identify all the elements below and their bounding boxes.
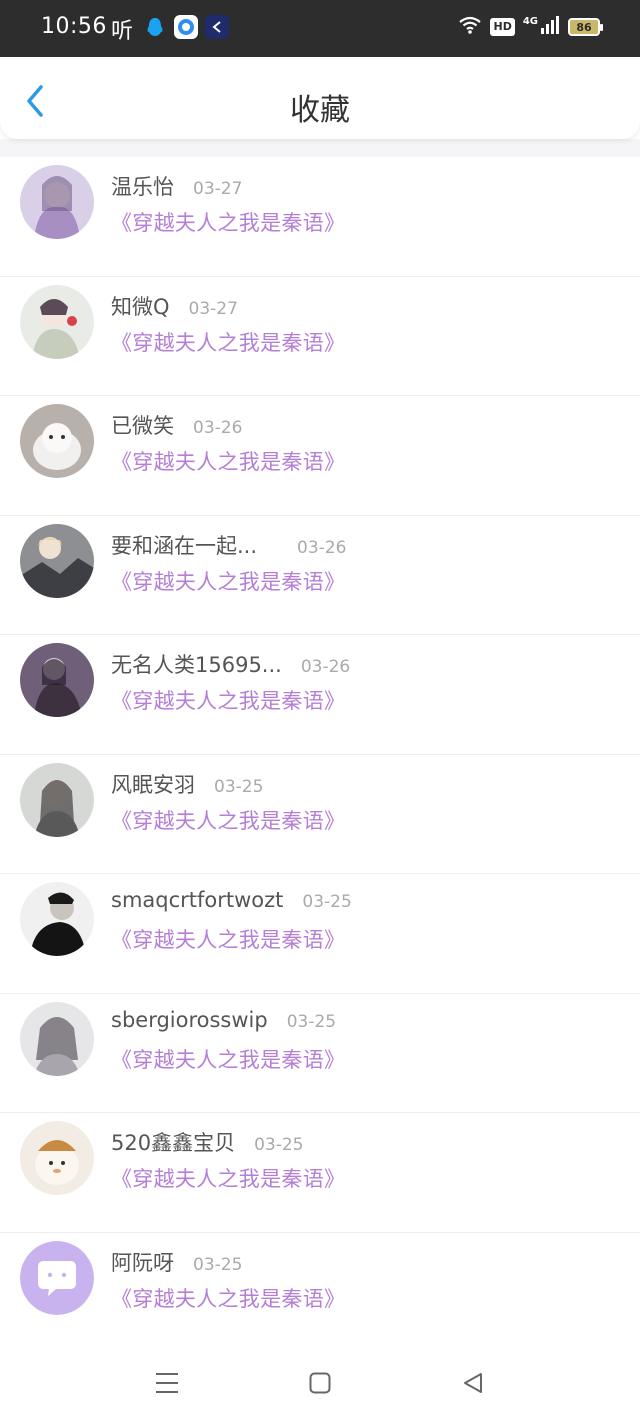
post-date: 03-25 (286, 1011, 337, 1032)
user-name[interactable]: 无名人类15695... (111, 649, 282, 679)
user-name[interactable]: sbergiorosswip (111, 1008, 268, 1032)
list-item[interactable]: 阿阮呀 03-25 《穿越夫人之我是秦语》 (0, 1233, 640, 1352)
arrow-app-icon (205, 15, 229, 39)
user-name[interactable]: smaqcrtfortwozt (111, 888, 283, 912)
post-date: 03-25 (254, 1135, 304, 1155)
qq-icon (143, 15, 167, 39)
list-item[interactable]: 要和涵在一起... 03-26 《穿越夫人之我是秦语》 (0, 516, 640, 635)
avatar (20, 762, 94, 837)
network-type: 4G (522, 15, 538, 27)
novel-title-link[interactable]: 《穿越夫人之我是秦语》 (111, 446, 345, 476)
post-date: 03-25 (193, 1254, 243, 1275)
user-name[interactable]: 已微笑 (111, 410, 174, 440)
post-date: 03-27 (193, 179, 243, 199)
system-nav-bar (0, 1340, 640, 1422)
status-bar: 10:56 听 HD 4G 86 (0, 0, 640, 57)
status-time: 10:56 (41, 14, 107, 39)
avatar (20, 1001, 94, 1076)
default-avatar (20, 1240, 94, 1315)
post-date: 03-26 (297, 537, 347, 558)
page-header: 收藏 (0, 57, 640, 139)
menu-button[interactable] (152, 1368, 182, 1398)
ting-icon: 听 (111, 19, 134, 44)
novel-title-link[interactable]: 《穿越夫人之我是秦语》 (111, 1163, 345, 1193)
battery-indicator: 86 (568, 18, 603, 36)
home-icon (309, 1372, 331, 1394)
list-item[interactable]: 知微Q 03-27 《穿越夫人之我是秦语》 (0, 277, 640, 396)
back-triangle-icon (464, 1373, 482, 1393)
avatar (20, 882, 94, 956)
list-item[interactable]: smaqcrtfortwozt 03-25 《穿越夫人之我是秦语》 (0, 874, 640, 994)
novel-title-link[interactable]: 《穿越夫人之我是秦语》 (111, 566, 345, 596)
avatar (20, 523, 94, 598)
browser-icon (174, 15, 198, 39)
novel-title-link[interactable]: 《穿越夫人之我是秦语》 (111, 1283, 345, 1313)
post-date: 03-26 (300, 657, 351, 677)
avatar (20, 165, 94, 239)
novel-title-link[interactable]: 《穿越夫人之我是秦语》 (111, 207, 345, 237)
menu-icon (156, 1373, 178, 1393)
list-item[interactable]: sbergiorosswip 03-25 《穿越夫人之我是秦语》 (0, 994, 640, 1113)
page-title: 收藏 (290, 93, 350, 128)
list-item[interactable]: 已微笑 03-26 《穿越夫人之我是秦语》 (0, 396, 640, 516)
post-date: 03-27 (188, 298, 238, 319)
novel-title-link[interactable]: 《穿越夫人之我是秦语》 (111, 685, 345, 715)
list-item[interactable]: 520鑫鑫宝贝 03-25 《穿越夫人之我是秦语》 (0, 1113, 640, 1233)
avatar (20, 1121, 94, 1195)
avatar (20, 404, 94, 478)
avatar (20, 643, 94, 717)
novel-title-link[interactable]: 《穿越夫人之我是秦语》 (111, 924, 345, 954)
user-name[interactable]: 要和涵在一起... (111, 530, 257, 560)
header-spacer (0, 139, 640, 157)
novel-title-link[interactable]: 《穿越夫人之我是秦语》 (111, 1044, 345, 1074)
user-name[interactable]: 知微Q (111, 291, 170, 321)
user-name[interactable]: 520鑫鑫宝贝 (111, 1127, 235, 1157)
hd-badge: HD (490, 18, 515, 36)
post-date: 03-26 (193, 418, 243, 438)
user-name[interactable]: 阿阮呀 (111, 1247, 174, 1277)
wifi-icon (458, 15, 482, 39)
signal-icon (540, 15, 560, 39)
user-name[interactable]: 温乐怡 (111, 171, 174, 201)
user-name[interactable]: 风眠安羽 (111, 769, 195, 799)
favorites-list: 温乐怡 03-27 《穿越夫人之我是秦语》 知微Q 03-27 《穿越夫人之我是… (0, 157, 640, 1352)
list-item[interactable]: 温乐怡 03-27 《穿越夫人之我是秦语》 (0, 157, 640, 277)
status-indicators: HD 4G 86 (458, 15, 603, 39)
novel-title-link[interactable]: 《穿越夫人之我是秦语》 (111, 805, 345, 835)
system-back-button[interactable] (458, 1368, 488, 1398)
novel-title-link[interactable]: 《穿越夫人之我是秦语》 (111, 327, 345, 357)
home-button[interactable] (305, 1368, 335, 1398)
post-date: 03-25 (302, 892, 352, 912)
list-item[interactable]: 风眠安羽 03-25 《穿越夫人之我是秦语》 (0, 755, 640, 874)
list-item[interactable]: 无名人类15695... 03-26 《穿越夫人之我是秦语》 (0, 635, 640, 755)
avatar (20, 284, 94, 359)
post-date: 03-25 (214, 776, 264, 797)
